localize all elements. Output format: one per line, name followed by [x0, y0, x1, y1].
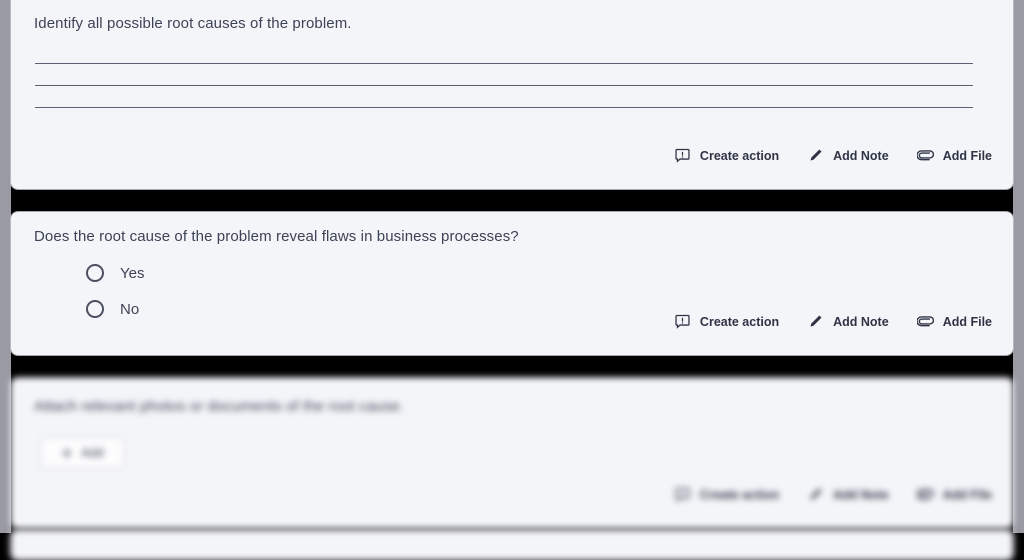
radio-label-no: No — [120, 300, 140, 318]
create-action-label: Create action — [699, 148, 780, 163]
question-label: Identify all possible root causes of the… — [34, 15, 352, 32]
paperclip-icon — [916, 486, 934, 503]
page-gutter-right — [1013, 0, 1024, 533]
radio-option-no[interactable]: No — [86, 291, 144, 327]
add-file-label: Add File — [942, 148, 992, 163]
pencil-icon — [807, 486, 824, 503]
add-attachment-label: Add — [81, 446, 104, 460]
add-file-button[interactable]: Add File — [916, 147, 992, 164]
radio-option-yes[interactable]: Yes — [86, 255, 144, 291]
add-note-button[interactable]: Add Note — [807, 147, 889, 164]
answer-lines — [35, 63, 973, 108]
card-action-bar: Create action Add Note Add File — [674, 147, 992, 164]
comment-alert-icon — [674, 147, 691, 164]
pencil-icon — [807, 147, 824, 164]
comment-alert-icon — [674, 486, 691, 503]
answer-line-2[interactable] — [35, 85, 973, 86]
page-gutter-left — [0, 0, 11, 533]
root-cause-text-card: Identify all possible root causes of the… — [11, 0, 1013, 189]
add-note-label: Add Note — [833, 314, 889, 329]
add-note-label: Add Note — [833, 487, 889, 502]
create-action-label: Create action — [699, 314, 780, 329]
comment-alert-icon — [674, 313, 691, 330]
add-attachment-button[interactable]: ✛ Add — [40, 437, 125, 469]
create-action-label: Create action — [699, 487, 780, 502]
card-action-bar: Create action Add Note Add File — [674, 313, 992, 330]
add-note-button[interactable]: Add Note — [807, 313, 889, 330]
radio-group: Yes No — [86, 255, 144, 327]
radio-circle-icon[interactable] — [86, 264, 104, 282]
pencil-icon — [807, 313, 824, 330]
answer-line-1[interactable] — [35, 63, 973, 64]
create-action-button[interactable]: Create action — [674, 313, 779, 330]
answer-line-3[interactable] — [35, 107, 973, 108]
business-process-flaws-card: Does the root cause of the problem revea… — [11, 212, 1013, 355]
card-action-bar: Create action Add Note Add File — [674, 486, 992, 503]
question-label: Attach relevant photos or documents of t… — [34, 398, 404, 415]
add-note-button[interactable]: Add Note — [807, 486, 889, 503]
radio-label-yes: Yes — [120, 264, 145, 282]
question-label: Does the root cause of the problem revea… — [34, 228, 519, 245]
radio-circle-icon[interactable] — [86, 300, 104, 318]
paperclip-icon — [916, 313, 934, 330]
create-action-button[interactable]: Create action — [674, 486, 779, 503]
add-file-button[interactable]: Add File — [916, 313, 992, 330]
paperclip-icon — [916, 147, 934, 164]
next-card-sliver — [11, 530, 1013, 560]
create-action-button[interactable]: Create action — [674, 147, 779, 164]
add-file-label: Add File — [942, 314, 992, 329]
add-file-button[interactable]: Add File — [916, 486, 992, 503]
attachments-card: Attach relevant photos or documents of t… — [11, 378, 1013, 528]
add-file-label: Add File — [942, 487, 992, 502]
add-note-label: Add Note — [833, 148, 889, 163]
plus-icon: ✛ — [61, 445, 73, 461]
